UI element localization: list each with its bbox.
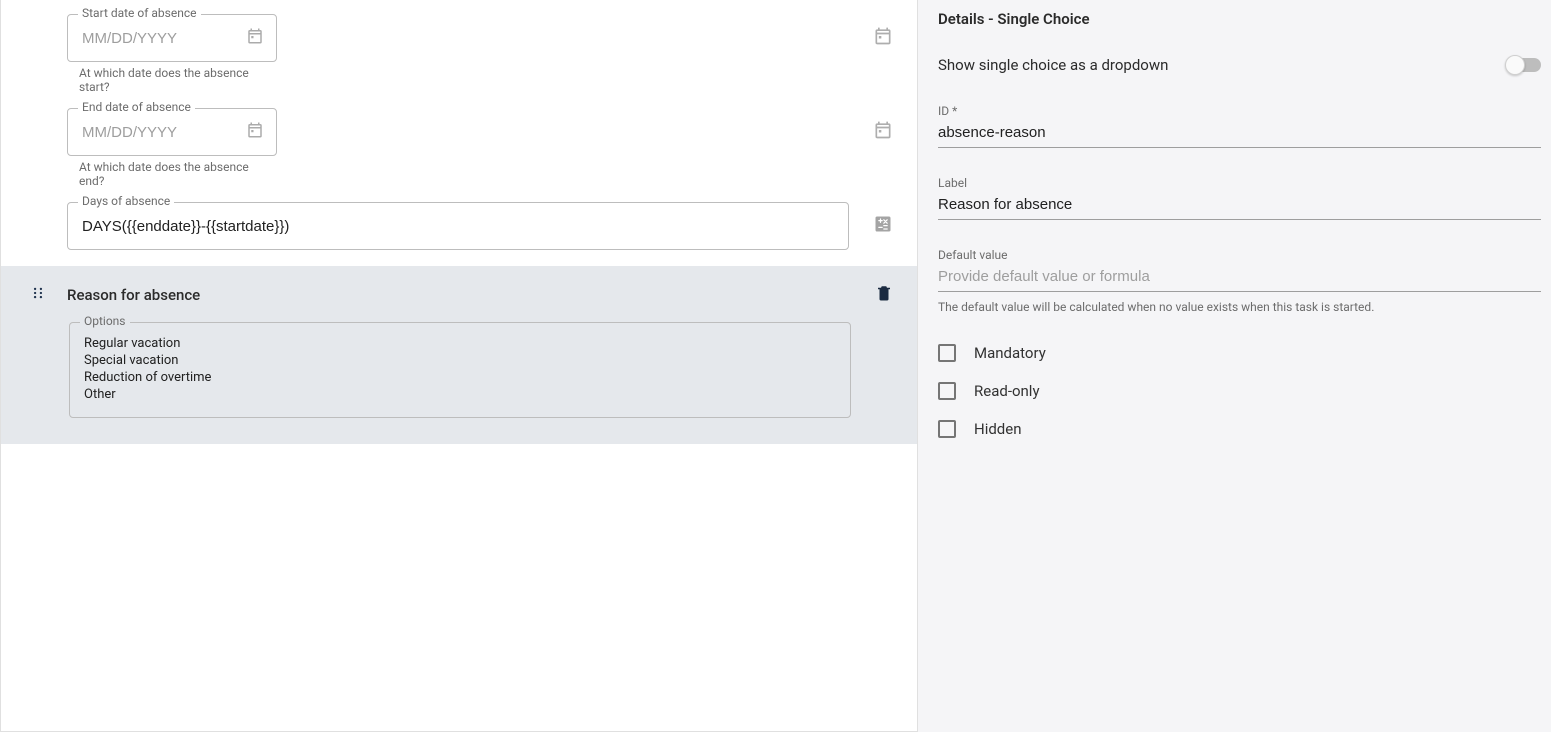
- single-choice-header: Reason for absence: [31, 284, 893, 306]
- form-canvas: Start date of absence At which date does…: [0, 0, 918, 732]
- start-date-helper: At which date does the absence start?: [79, 66, 277, 94]
- end-date-row: End date of absence At which date does t…: [1, 108, 917, 202]
- checkbox-icon[interactable]: [938, 344, 956, 362]
- id-label: ID *: [938, 104, 1541, 118]
- single-choice-title: Reason for absence: [67, 286, 853, 304]
- app-root: Start date of absence At which date does…: [0, 0, 1551, 732]
- start-date-row: Start date of absence At which date does…: [1, 0, 917, 108]
- option-item: Reduction of overtime: [84, 369, 836, 386]
- option-item: Other: [84, 386, 836, 403]
- label-field: Label: [938, 176, 1541, 220]
- delete-icon[interactable]: [875, 284, 893, 306]
- checkbox-icon[interactable]: [938, 420, 956, 438]
- days-row: Days of absence: [1, 202, 917, 250]
- details-title: Details - Single Choice: [938, 10, 1541, 28]
- date-field-type-icon: [873, 26, 893, 50]
- dropdown-toggle-label: Show single choice as a dropdown: [938, 56, 1168, 74]
- mandatory-label: Mandatory: [974, 344, 1046, 362]
- id-input[interactable]: [938, 120, 1541, 148]
- dropdown-toggle-row: Show single choice as a dropdown: [938, 56, 1541, 74]
- single-choice-block[interactable]: Reason for absence Options Regular vacat…: [1, 266, 917, 444]
- days-input-wrap[interactable]: Days of absence: [67, 202, 849, 250]
- formula-field-type-icon: [873, 214, 893, 238]
- mandatory-check-row[interactable]: Mandatory: [938, 344, 1541, 362]
- hidden-check-row[interactable]: Hidden: [938, 420, 1541, 438]
- default-value-label: Default value: [938, 248, 1541, 262]
- date-field-type-icon: [873, 120, 893, 144]
- options-box[interactable]: Options Regular vacation Special vacatio…: [69, 322, 851, 418]
- id-field: ID *: [938, 104, 1541, 148]
- end-date-input-wrap[interactable]: End date of absence: [67, 108, 277, 156]
- default-value-helper: The default value will be calculated whe…: [938, 300, 1541, 314]
- readonly-check-row[interactable]: Read-only: [938, 382, 1541, 400]
- start-date-input-wrap[interactable]: Start date of absence: [67, 14, 277, 62]
- dropdown-toggle-switch[interactable]: [1507, 58, 1541, 72]
- readonly-label: Read-only: [974, 382, 1040, 400]
- default-value-input[interactable]: [938, 264, 1541, 292]
- option-item: Regular vacation: [84, 335, 836, 352]
- drag-handle-icon[interactable]: [31, 286, 45, 304]
- option-item: Special vacation: [84, 352, 836, 369]
- default-value-field: Default value: [938, 248, 1541, 292]
- options-label: Options: [80, 314, 130, 328]
- calendar-icon[interactable]: [246, 27, 264, 49]
- calendar-icon[interactable]: [246, 121, 264, 143]
- hidden-label: Hidden: [974, 420, 1022, 438]
- start-date-input[interactable]: [80, 29, 238, 48]
- days-input[interactable]: [80, 217, 836, 236]
- label-input[interactable]: [938, 192, 1541, 220]
- end-date-input[interactable]: [80, 123, 238, 142]
- label-label: Label: [938, 176, 1541, 190]
- start-date-label: Start date of absence: [78, 6, 201, 20]
- checkbox-icon[interactable]: [938, 382, 956, 400]
- end-date-label: End date of absence: [78, 100, 195, 114]
- details-panel: Details - Single Choice Show single choi…: [918, 0, 1551, 732]
- end-date-helper: At which date does the absence end?: [79, 160, 277, 188]
- days-label: Days of absence: [78, 194, 174, 208]
